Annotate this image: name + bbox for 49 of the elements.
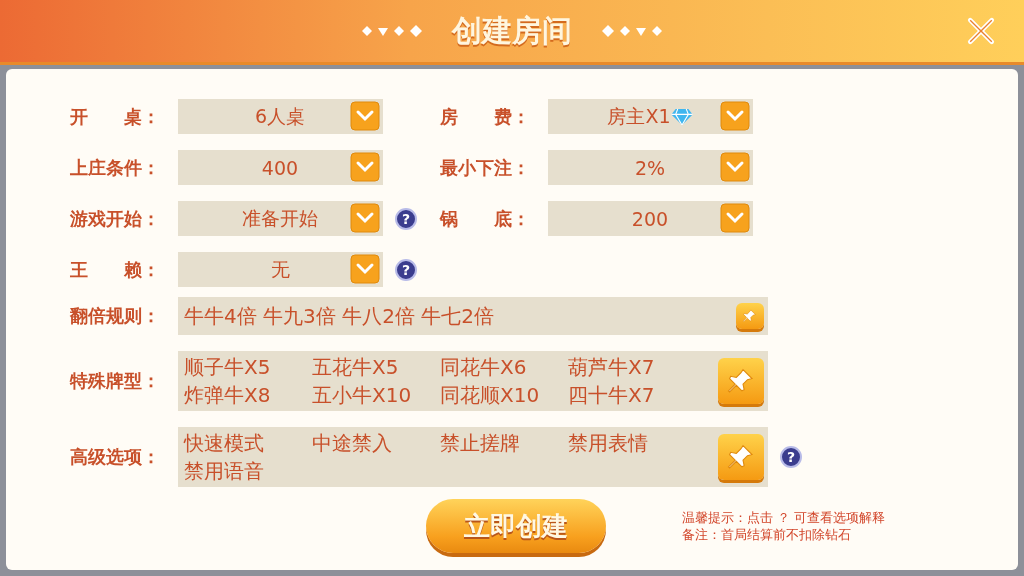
note-text: 备注：首局结算前不扣除钻石 (682, 526, 852, 543)
dropdown-value: 200 (630, 207, 670, 230)
option-text: 同花牛X6 (440, 354, 528, 381)
option-text: 禁止搓牌 (440, 430, 521, 457)
dropdown[interactable]: 6人桌 (178, 99, 383, 134)
field-label: 房 费： (440, 104, 531, 129)
option-text: 葫芦牛X7 (568, 354, 656, 381)
dropdown-value: 无 (269, 256, 291, 282)
dropdown[interactable]: 房主X1 (548, 99, 753, 134)
suit-ornament-icon (360, 24, 424, 38)
suit-ornament-icon (600, 24, 664, 38)
help-icon[interactable]: ? (395, 207, 417, 230)
option-text: 禁用语音 (184, 458, 265, 485)
option-text: 中途禁入 (312, 430, 393, 457)
field-label: 高级选项： (70, 445, 161, 469)
help-icon[interactable]: ? (395, 258, 417, 281)
dropdown-value: 准备开始 (241, 205, 319, 231)
option-text: 禁用表情 (568, 430, 649, 457)
option-text: 顺子牛X5 (184, 354, 272, 381)
help-icon[interactable]: ? (780, 446, 802, 468)
option-text: 四十牛X7 (568, 382, 656, 409)
field-label: 游戏开始： (70, 206, 161, 231)
window-title: 创建房间 (452, 11, 572, 50)
dropdown[interactable]: 准备开始 (178, 201, 383, 236)
field-label: 王 赖： (70, 257, 161, 282)
dropdown-value: 6人桌 (253, 103, 307, 129)
dropdown[interactable]: 2% (548, 150, 753, 185)
option-text: 快速模式 (184, 430, 265, 457)
edit-button[interactable] (718, 358, 764, 404)
option-text: 五小牛X10 (312, 382, 413, 409)
note-text: 温馨提示：点击 ？ 可查看选项解释 (682, 509, 886, 526)
dropdown-value: 2% (633, 156, 667, 179)
field-label: 最小下注： (440, 155, 531, 180)
field-label: 锅 底： (440, 206, 531, 231)
option-text: 同花顺X10 (440, 382, 541, 409)
option-text: 五花牛X5 (312, 354, 400, 381)
dropdown-value: 400 (260, 156, 300, 179)
field-label: 翻倍规则： (70, 304, 161, 328)
option-text: 牛牛4倍 牛九3倍 牛八2倍 牛七2倍 (184, 304, 494, 328)
edit-button[interactable] (736, 303, 764, 329)
option-text: 炸弹牛X8 (184, 382, 272, 409)
dropdown-value: 房主X1 (582, 103, 718, 130)
edit-button[interactable] (718, 434, 764, 480)
dropdown[interactable]: 无 (178, 252, 383, 287)
dropdown[interactable]: 200 (548, 201, 753, 236)
field-label: 特殊牌型： (70, 369, 161, 393)
field-label: 上庄条件： (70, 155, 161, 180)
dropdown[interactable]: 400 (178, 150, 383, 185)
field-label: 开 桌： (70, 104, 161, 129)
